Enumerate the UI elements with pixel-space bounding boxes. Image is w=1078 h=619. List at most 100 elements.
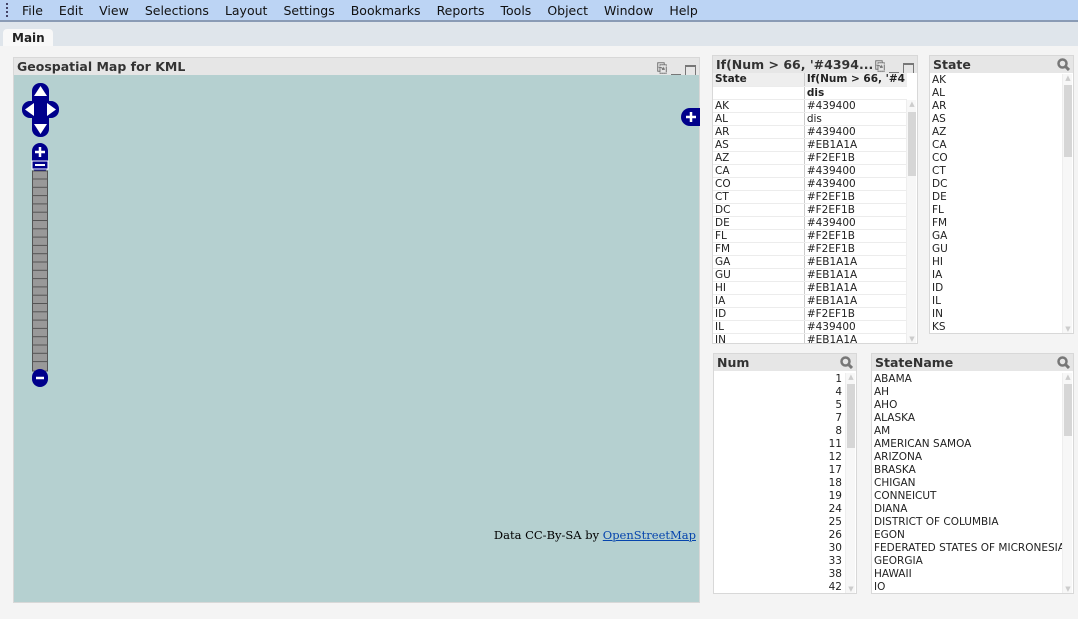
menu-selections[interactable]: Selections [145, 3, 209, 18]
list-item[interactable]: IN [930, 308, 1061, 321]
list-item[interactable]: DISTRICT OF COLUMBIA [872, 516, 1061, 529]
state-cell[interactable]: CO [713, 177, 805, 191]
menu-settings[interactable]: Settings [283, 3, 334, 18]
table-row[interactable]: IA #EB1A1A [713, 294, 907, 308]
list-item[interactable]: AZ [930, 126, 1061, 139]
list-item[interactable]: 12 [714, 451, 842, 464]
table-row[interactable]: IN #EB1A1A [713, 333, 907, 343]
list-item[interactable]: 19 [714, 490, 842, 503]
clear-selection-icon[interactable]: ⎘ [875, 58, 885, 73]
menu-tools[interactable]: Tools [501, 3, 532, 18]
state-cell[interactable]: CA [713, 164, 805, 178]
zoom-slider[interactable] [31, 143, 49, 387]
listbox-scrollbar[interactable]: ▲ ▼ [1062, 74, 1072, 333]
table-row[interactable]: AL dis [713, 112, 907, 126]
list-item[interactable]: ID [930, 282, 1061, 295]
tab-main[interactable]: Main [3, 29, 53, 46]
maximize-icon[interactable] [685, 65, 696, 75]
list-item[interactable]: CT [930, 165, 1061, 178]
state-cell[interactable]: HI [713, 281, 805, 295]
list-item[interactable]: FEDERATED STATES OF MICRONESIA [872, 542, 1065, 555]
state-cell[interactable]: IA [713, 294, 805, 308]
state-cell[interactable]: AL [713, 112, 805, 126]
list-item[interactable]: AS [930, 113, 1061, 126]
list-item[interactable]: 4 [714, 386, 842, 399]
list-item[interactable]: AM [872, 425, 1061, 438]
list-item[interactable]: HAWAII [872, 568, 1061, 581]
state-cell[interactable]: AS [713, 138, 805, 152]
table-row[interactable]: HI #EB1A1A [713, 281, 907, 295]
list-item[interactable]: KS [930, 321, 1061, 334]
state-cell[interactable]: IN [713, 333, 805, 343]
list-item[interactable]: 11 [714, 438, 842, 451]
table-row[interactable]: CT #F2EF1B [713, 190, 907, 204]
minimize-icon[interactable] [889, 66, 899, 73]
list-item[interactable]: HI [930, 256, 1061, 269]
list-item[interactable]: AR [930, 100, 1061, 113]
table-row[interactable]: FL #F2EF1B [713, 229, 907, 243]
list-item[interactable]: CO [930, 152, 1061, 165]
table-row[interactable]: AR #439400 [713, 125, 907, 139]
list-item[interactable]: 5 [714, 399, 842, 412]
menu-layout[interactable]: Layout [225, 3, 268, 18]
list-item[interactable]: 24 [714, 503, 842, 516]
list-item[interactable]: ALASKA [872, 412, 1061, 425]
state-cell[interactable]: AR [713, 125, 805, 139]
list-item[interactable]: 38 [714, 568, 842, 581]
list-item[interactable]: 7 [714, 412, 842, 425]
list-item[interactable]: DE [930, 191, 1061, 204]
column-header-state[interactable]: State [713, 73, 805, 87]
openstreetmap-link[interactable]: OpenStreetMap [603, 528, 696, 542]
menu-reports[interactable]: Reports [437, 3, 485, 18]
state-cell[interactable]: IL [713, 320, 805, 334]
list-item[interactable]: 25 [714, 516, 842, 529]
state-cell[interactable]: AZ [713, 151, 805, 165]
list-item[interactable]: CHIGAN [872, 477, 1061, 490]
state-cell[interactable]: FM [713, 242, 805, 256]
list-item[interactable]: CA [930, 139, 1061, 152]
list-item[interactable]: AH [872, 386, 1061, 399]
list-item[interactable]: 42 [714, 581, 842, 594]
column-header-expression[interactable]: If(Num > 66, '#4 [804, 73, 907, 87]
state-cell[interactable]: DC [713, 203, 805, 217]
menu-edit[interactable]: Edit [59, 3, 83, 18]
state-cell[interactable]: FL [713, 229, 805, 243]
list-item[interactable]: IL [930, 295, 1061, 308]
list-item[interactable]: ABAMA [872, 373, 1061, 386]
list-item[interactable]: DIANA [872, 503, 1061, 516]
state-cell[interactable]: DE [713, 216, 805, 230]
state-cell[interactable]: ID [713, 307, 805, 321]
list-item[interactable]: CONNEICUT [872, 490, 1061, 503]
map-canvas[interactable]: Data CC-By-SA by OpenStreetMap [14, 75, 700, 602]
state-cell[interactable]: AK [713, 99, 805, 113]
search-icon[interactable] [840, 356, 853, 369]
list-item[interactable]: ARIZONA [872, 451, 1061, 464]
table-row[interactable]: DC #F2EF1B [713, 203, 907, 217]
listbox-scrollbar[interactable]: ▲ ▼ [1062, 373, 1072, 593]
table-row[interactable]: ID #F2EF1B [713, 307, 907, 321]
list-item[interactable]: AK [930, 74, 1061, 87]
menu-object[interactable]: Object [547, 3, 588, 18]
table-row[interactable]: CA #439400 [713, 164, 907, 178]
table-row[interactable]: CO #439400 [713, 177, 907, 191]
table-row[interactable]: AS #EB1A1A [713, 138, 907, 152]
menu-file[interactable]: File [22, 3, 43, 18]
minimize-icon[interactable] [671, 68, 681, 75]
table-scrollbar[interactable]: ▲ ▼ [906, 100, 916, 343]
list-item[interactable]: AL [930, 87, 1061, 100]
table-row[interactable]: GU #EB1A1A [713, 268, 907, 282]
menu-help[interactable]: Help [669, 3, 698, 18]
pan-control[interactable] [22, 83, 60, 137]
listbox-scrollbar[interactable]: ▲ ▼ [845, 373, 855, 593]
list-item[interactable]: GU [930, 243, 1061, 256]
menu-view[interactable]: View [99, 3, 129, 18]
state-cell[interactable]: CT [713, 190, 805, 204]
table-row[interactable]: AZ #F2EF1B [713, 151, 907, 165]
list-item[interactable]: EGON [872, 529, 1061, 542]
list-item[interactable]: IO [872, 581, 1061, 594]
list-item[interactable]: FL [930, 204, 1061, 217]
list-item[interactable]: IA [930, 269, 1061, 282]
search-icon[interactable] [1057, 58, 1070, 71]
list-item[interactable]: 33 [714, 555, 842, 568]
state-cell[interactable]: GU [713, 268, 805, 282]
